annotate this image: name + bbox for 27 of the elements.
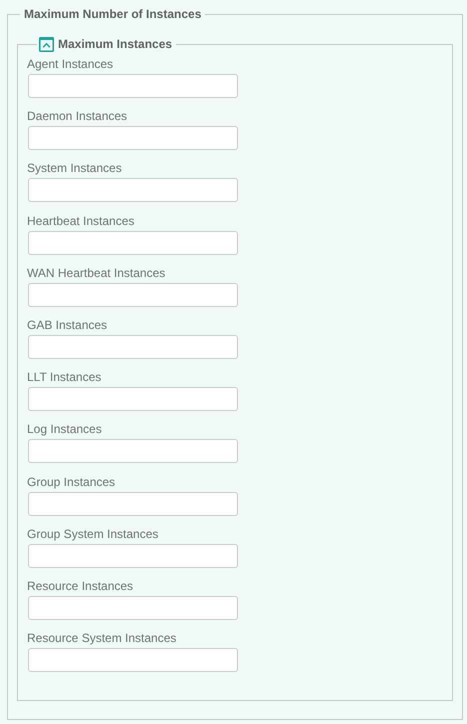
field-label: Resource Instances [27,578,134,595]
input-field[interactable] [28,334,238,359]
input-field[interactable] [28,178,238,202]
field-label: Group Instances [27,474,116,490]
collapse-toggle-icon[interactable] [39,37,54,52]
input-field[interactable] [28,596,238,620]
field-label: Daemon Instances [27,108,128,126]
input-field[interactable] [28,439,238,464]
field-label: Heartbeat Instances [27,212,134,230]
group-title: Maximum Instances [58,37,172,52]
input-field[interactable] [28,492,238,516]
input-field[interactable] [28,126,238,150]
field-label: Log Instances [27,421,102,438]
input-field[interactable] [28,74,238,98]
field-label: Group System Instances [27,526,158,543]
input-field[interactable] [28,387,238,412]
section-title: Maximum Number of Instances [23,7,202,21]
input-field[interactable] [28,230,238,255]
input-field[interactable] [28,648,238,672]
field-label: Agent Instances [27,56,114,73]
field-label: Resource System Instances [27,630,176,648]
input-field[interactable] [28,544,238,568]
field-label: WAN Heartbeat Instances [27,264,166,282]
field-label: LLT Instances [27,369,102,386]
field-label: GAB Instances [27,316,108,334]
field-label: System Instances [27,160,122,178]
input-field[interactable] [28,282,238,307]
